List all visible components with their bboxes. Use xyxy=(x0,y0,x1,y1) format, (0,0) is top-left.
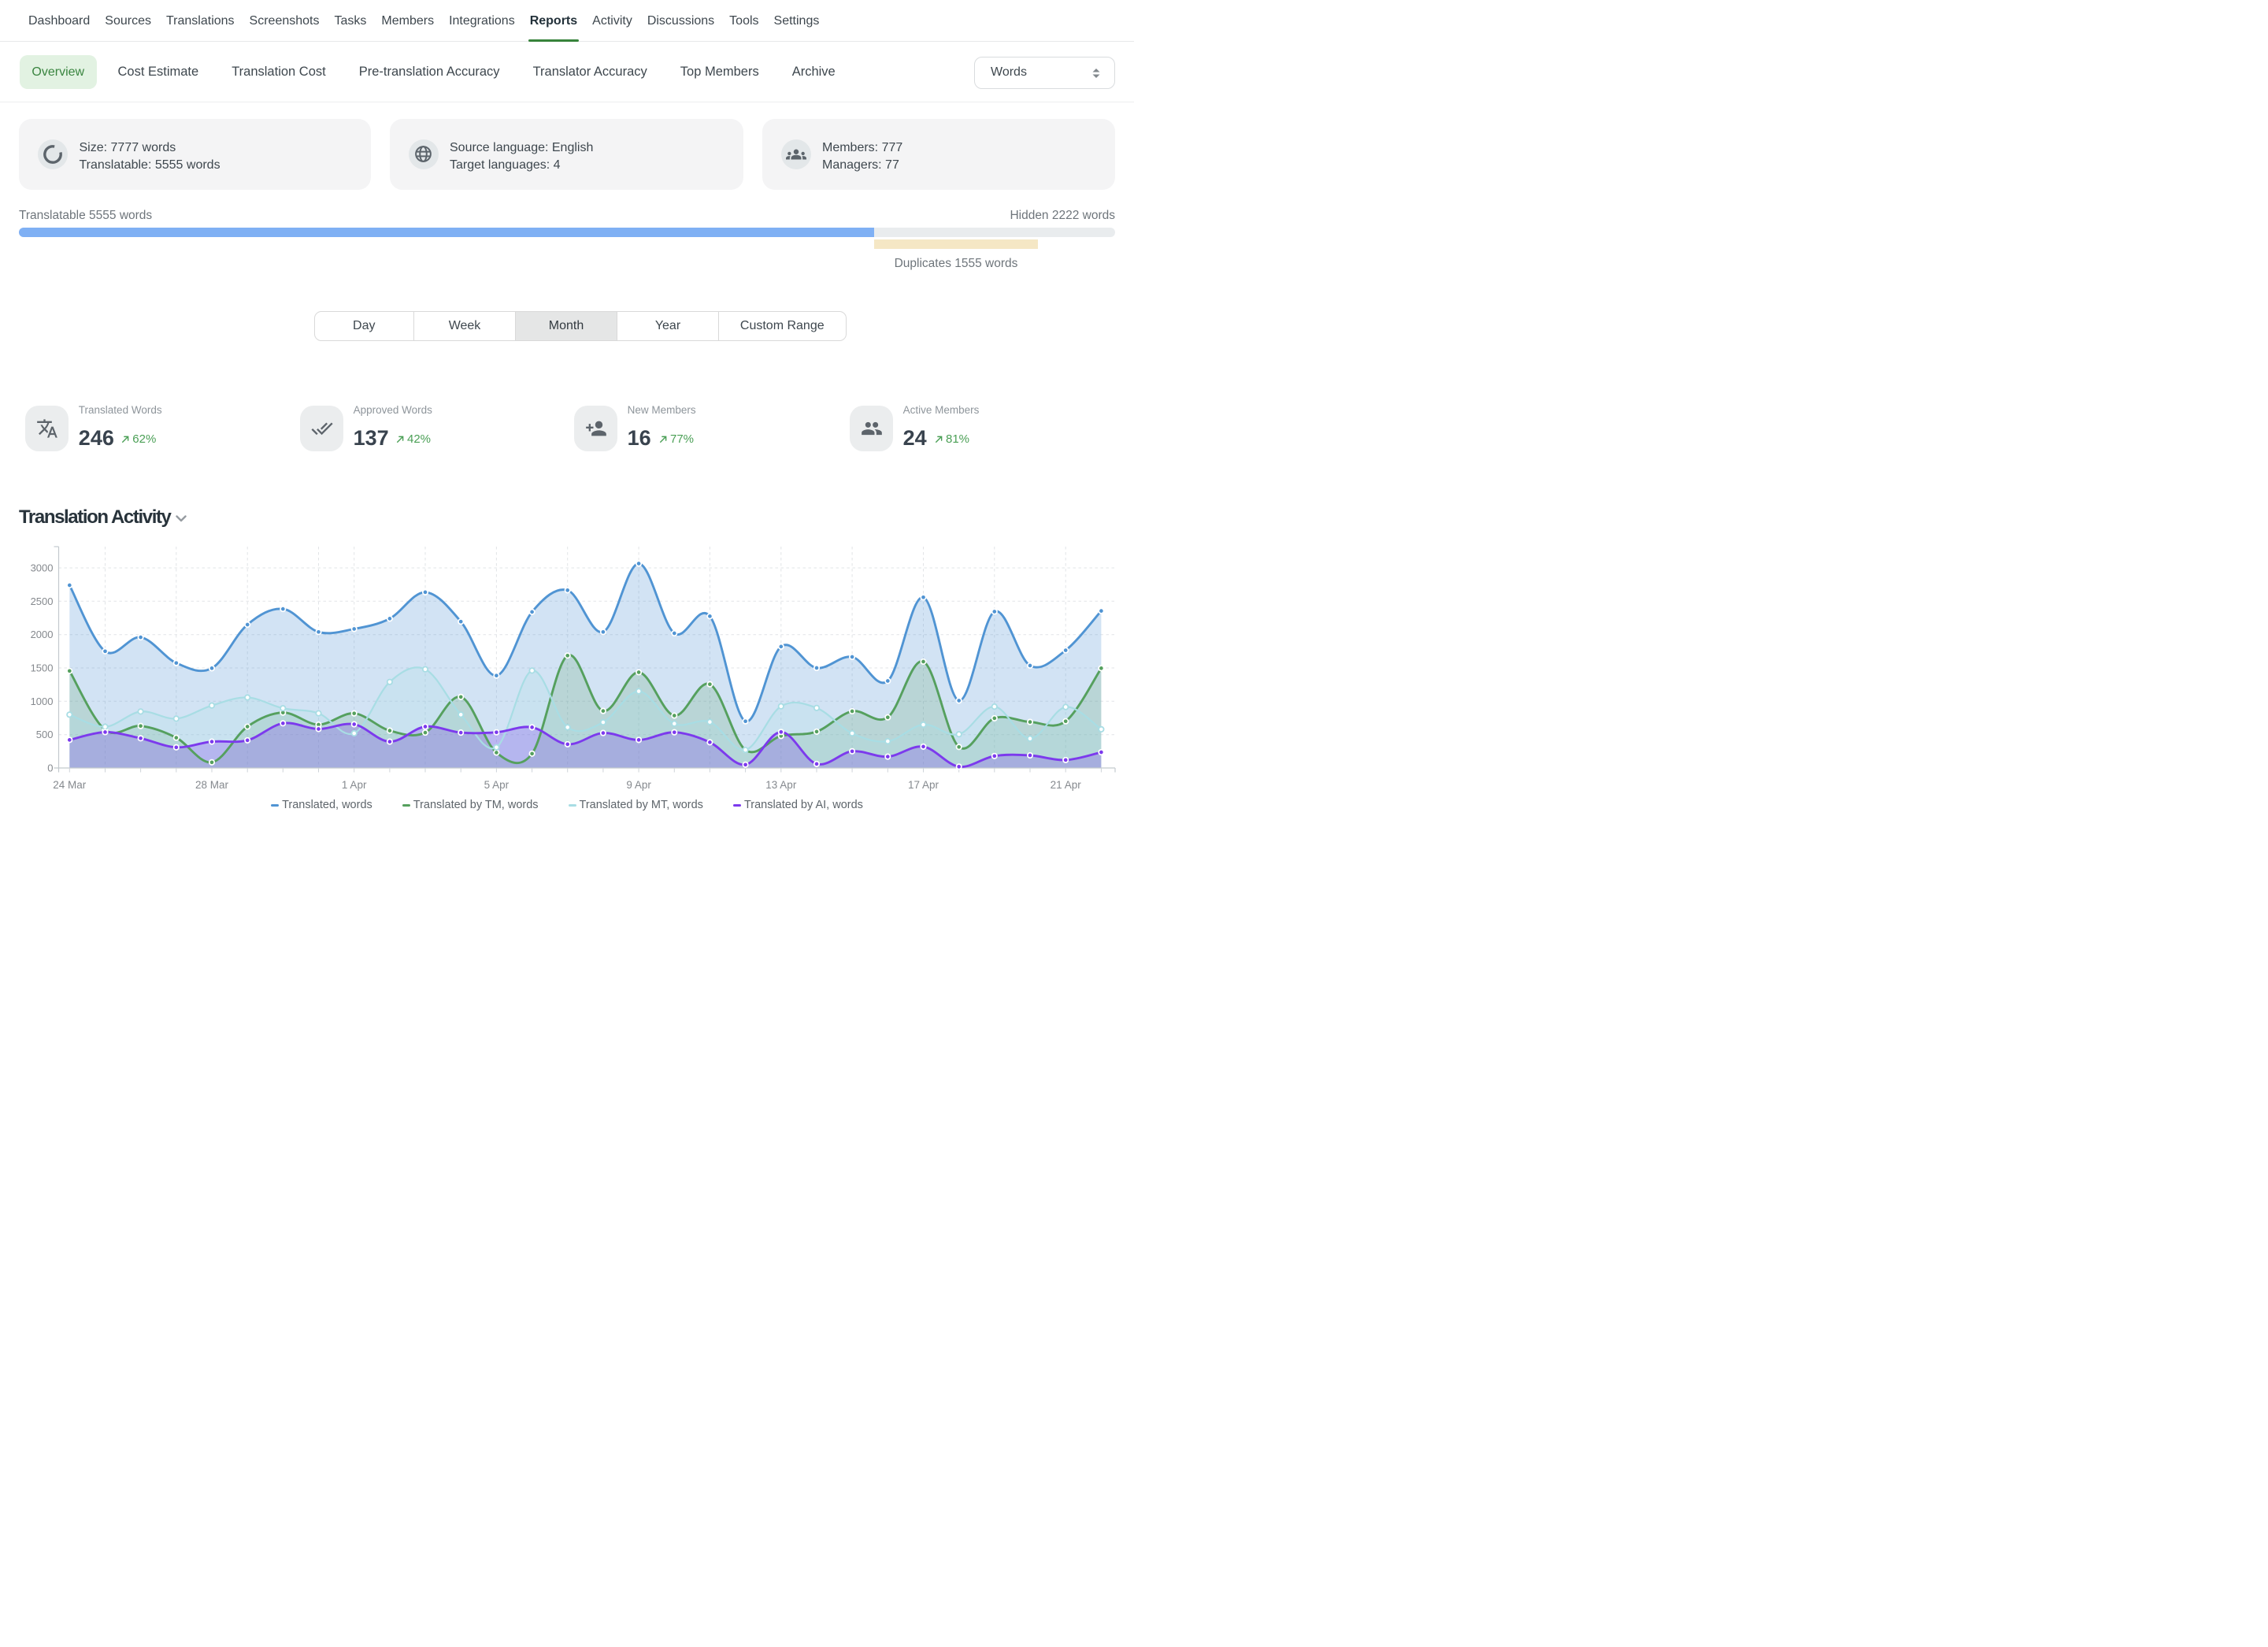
svg-text:0: 0 xyxy=(47,762,53,774)
svg-text:21 Apr: 21 Apr xyxy=(1051,779,1082,791)
svg-text:17 Apr: 17 Apr xyxy=(908,779,939,791)
svg-text:1000: 1000 xyxy=(31,696,54,707)
svg-text:1 Apr: 1 Apr xyxy=(342,779,367,791)
svg-text:2000: 2000 xyxy=(31,629,54,640)
svg-text:28 Mar: 28 Mar xyxy=(195,779,229,791)
svg-text:500: 500 xyxy=(36,729,54,740)
svg-text:5 Apr: 5 Apr xyxy=(484,779,510,791)
svg-text:2500: 2500 xyxy=(31,595,54,607)
svg-text:13 Apr: 13 Apr xyxy=(765,779,797,791)
svg-text:3000: 3000 xyxy=(31,562,54,574)
svg-text:1500: 1500 xyxy=(31,662,54,674)
svg-text:9 Apr: 9 Apr xyxy=(626,779,651,791)
svg-text:24 Mar: 24 Mar xyxy=(53,779,87,791)
